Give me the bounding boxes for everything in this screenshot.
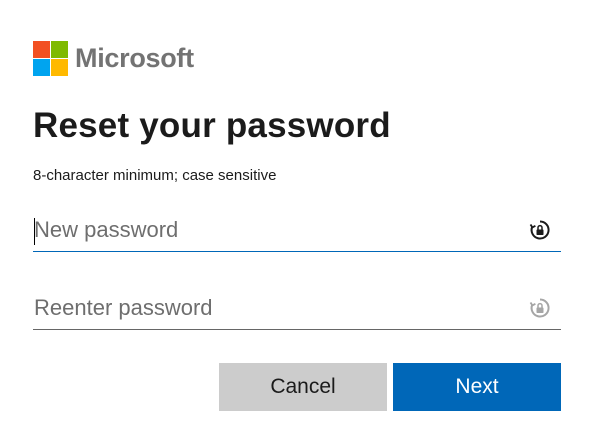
password-reveal-icon[interactable] [529,219,551,241]
brand-name: Microsoft [75,43,194,73]
logo-square-green [51,41,68,58]
password-reveal-icon[interactable] [529,297,551,319]
page-title: Reset your password [33,106,391,145]
logo-square-yellow [51,59,68,76]
logo-square-red [33,41,50,58]
logo-square-blue [33,59,50,76]
password-hint: 8-character minimum; case sensitive [33,167,277,184]
new-password-input[interactable] [33,208,513,252]
reenter-password-input[interactable] [33,286,513,330]
reset-password-page: Microsoft Reset your password 8-characte… [0,0,597,446]
microsoft-logo-mark [33,41,68,76]
microsoft-logo: Microsoft [33,41,194,76]
reenter-password-field [33,286,561,330]
cancel-button[interactable]: Cancel [219,363,387,411]
new-password-field [33,208,561,252]
next-button[interactable]: Next [393,363,561,411]
text-caret [34,218,35,245]
